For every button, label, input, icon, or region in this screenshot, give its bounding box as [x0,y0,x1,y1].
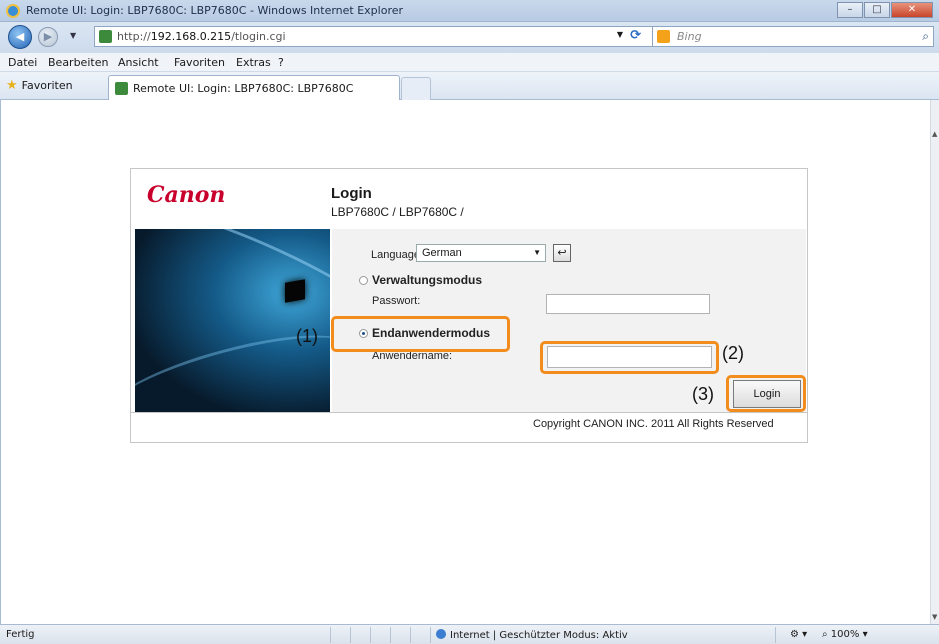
admin-mode-radio[interactable] [359,276,368,285]
zoom-level[interactable]: ⌕ 100% ▾ [822,629,868,640]
language-select[interactable]: German ▼ [416,244,546,262]
favorites-button[interactable]: ★ Favoriten [6,78,73,93]
page-tools-icon[interactable]: ⚙ ▾ [790,629,807,640]
browser-tab[interactable]: Remote UI: Login: LBP7680C: LBP7680C [108,75,400,100]
printer-artwork-image [135,229,330,412]
search-icon[interactable]: ⌕ [922,29,929,44]
scroll-up-icon[interactable]: ▲ [932,130,937,138]
bing-icon [657,30,670,43]
menu-ansicht[interactable]: Ansicht [118,56,159,69]
device-name: LBP7680C / LBP7680C / [331,205,464,219]
security-zone[interactable]: Internet | Geschützter Modus: Aktiv [436,629,628,641]
menu-extras[interactable]: Extras [236,56,271,69]
tab-title: Remote UI: Login: LBP7680C: LBP7680C [133,82,354,95]
menu-bar: Datei Bearbeiten Ansicht Favoriten Extra… [0,52,939,72]
highlight-login-button [726,375,806,412]
favorites-bar: ★ Favoriten Remote UI: Login: LBP7680C: L… [0,72,939,100]
window-controls: – □ ✕ [837,2,933,18]
address-dropdown-icon[interactable]: ▼ [617,30,623,39]
search-box[interactable]: Bing ⌕ [652,26,934,47]
callout-2: (2) [722,343,744,363]
cube-graphic [285,279,305,303]
history-dropdown-icon[interactable]: ▼ [70,31,76,40]
maximize-button[interactable]: □ [864,2,890,18]
site-favicon-icon [99,30,112,43]
password-label: Passwort: [372,295,421,307]
forward-button[interactable]: ▶ [38,27,58,47]
apply-language-button[interactable]: ↩ [553,244,571,262]
scroll-down-icon[interactable]: ▼ [932,613,937,621]
menu-help[interactable]: ? [278,56,284,69]
admin-mode-label: Verwaltungsmodus [372,273,483,287]
navigation-bar: ◀ ▶ ▼ http://192.168.0.215/tlogin.cgi ▼ … [0,22,939,52]
status-bar: Fertig Internet | Geschützter Modus: Akt… [0,624,939,644]
menu-favoriten[interactable]: Favoriten [174,56,225,69]
window-title: Remote UI: Login: LBP7680C: LBP7680C - W… [26,4,404,17]
back-button[interactable]: ◀ [8,25,32,49]
zoom-icon: ⌕ [822,629,828,640]
close-button[interactable]: ✕ [891,2,933,18]
login-header: Canon Login LBP7680C / LBP7680C / [131,169,807,227]
search-input[interactable]: Bing [677,30,702,43]
address-url[interactable]: http://192.168.0.215/tlogin.cgi [117,30,286,43]
ie-logo-icon [6,4,20,18]
password-input[interactable] [546,294,710,314]
globe-icon [436,629,446,639]
refresh-icon[interactable]: ⟳ [630,28,641,43]
new-tab-button[interactable] [401,77,431,100]
callout-3: (3) [692,384,714,404]
footer-divider [130,412,808,413]
chevron-down-icon: ▼ [533,248,541,257]
window-titlebar: Remote UI: Login: LBP7680C: LBP7680C - W… [0,0,939,22]
star-icon: ★ [6,78,18,93]
status-text: Fertig [6,629,35,640]
callout-1: (1) [296,326,318,346]
address-bar[interactable]: http://192.168.0.215/tlogin.cgi ▼ ⟳ ✕ [94,26,668,47]
menu-datei[interactable]: Datei [8,56,37,69]
canon-logo: Canon [147,182,226,208]
menu-bearbeiten[interactable]: Bearbeiten [48,56,108,69]
copyright-text: Copyright CANON INC. 2011 All Rights Res… [533,418,774,430]
page-title: Login [331,185,372,202]
highlight-username [540,341,719,374]
vertical-scrollbar[interactable]: ▲ ▼ [930,100,939,624]
highlight-enduser-mode [331,316,510,352]
minimize-button[interactable]: – [837,2,863,18]
tab-favicon-icon [115,82,128,95]
